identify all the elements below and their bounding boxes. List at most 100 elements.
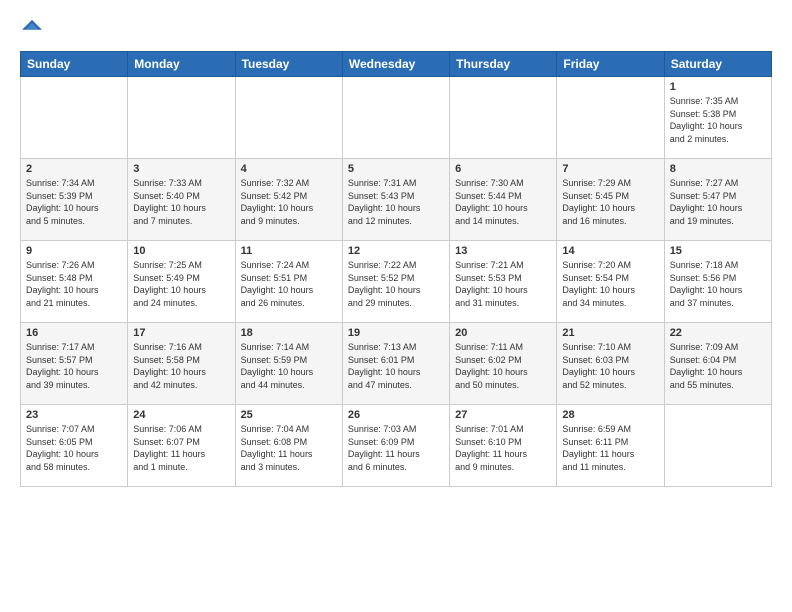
- day-info: Sunrise: 7:20 AM Sunset: 5:54 PM Dayligh…: [562, 259, 658, 309]
- day-info: Sunrise: 7:16 AM Sunset: 5:58 PM Dayligh…: [133, 341, 229, 391]
- page: SundayMondayTuesdayWednesdayThursdayFrid…: [0, 0, 792, 612]
- weekday-header-monday: Monday: [128, 52, 235, 77]
- header: [20, 16, 772, 43]
- calendar-cell: 12 Sunrise: 7:22 AM Sunset: 5:52 PM Dayli…: [342, 241, 449, 323]
- day-number: 7: [562, 163, 658, 175]
- calendar-week-5: 23 Sunrise: 7:07 AM Sunset: 6:05 PM Dayli…: [21, 405, 772, 487]
- day-info: Sunrise: 7:34 AM Sunset: 5:39 PM Dayligh…: [26, 177, 122, 227]
- day-info: Sunrise: 7:09 AM Sunset: 6:04 PM Dayligh…: [670, 341, 766, 391]
- day-info: Sunrise: 7:17 AM Sunset: 5:57 PM Dayligh…: [26, 341, 122, 391]
- day-number: 22: [670, 327, 766, 339]
- calendar-cell: 5 Sunrise: 7:31 AM Sunset: 5:43 PM Daylig…: [342, 159, 449, 241]
- day-number: 13: [455, 245, 551, 257]
- calendar-cell: 19 Sunrise: 7:13 AM Sunset: 6:01 PM Dayli…: [342, 323, 449, 405]
- day-info: Sunrise: 7:04 AM Sunset: 6:08 PM Dayligh…: [241, 423, 337, 473]
- day-number: 3: [133, 163, 229, 175]
- day-info: Sunrise: 7:31 AM Sunset: 5:43 PM Dayligh…: [348, 177, 444, 227]
- calendar-cell: [21, 77, 128, 159]
- calendar-cell: 21 Sunrise: 7:10 AM Sunset: 6:03 PM Dayli…: [557, 323, 664, 405]
- weekday-header-saturday: Saturday: [664, 52, 771, 77]
- day-number: 27: [455, 409, 551, 421]
- calendar-cell: [235, 77, 342, 159]
- calendar-cell: 14 Sunrise: 7:20 AM Sunset: 5:54 PM Dayli…: [557, 241, 664, 323]
- calendar-week-4: 16Sunrise: 7:17 AM Sunset: 5:57 PM Dayli…: [21, 323, 772, 405]
- calendar-week-1: 1Sunrise: 7:35 AM Sunset: 5:38 PM Daylig…: [21, 77, 772, 159]
- day-info: Sunrise: 7:30 AM Sunset: 5:44 PM Dayligh…: [455, 177, 551, 227]
- weekday-header-tuesday: Tuesday: [235, 52, 342, 77]
- day-number: 11: [241, 245, 337, 257]
- calendar-header: SundayMondayTuesdayWednesdayThursdayFrid…: [21, 52, 772, 77]
- calendar-cell: 9 Sunrise: 7:26 AM Sunset: 5:48 PM Daylig…: [21, 241, 128, 323]
- calendar-cell: 24 Sunrise: 7:06 AM Sunset: 6:07 PM Dayli…: [128, 405, 235, 487]
- weekday-row: SundayMondayTuesdayWednesdayThursdayFrid…: [21, 52, 772, 77]
- day-info: Sunrise: 6:59 AM Sunset: 6:11 PM Dayligh…: [562, 423, 658, 473]
- calendar-table: SundayMondayTuesdayWednesdayThursdayFrid…: [20, 51, 772, 487]
- day-number: 4: [241, 163, 337, 175]
- calendar-cell: 22 Sunrise: 7:09 AM Sunset: 6:04 PM Dayli…: [664, 323, 771, 405]
- calendar-cell: 2 Sunrise: 7:34 AM Sunset: 5:39 PM Daylig…: [21, 159, 128, 241]
- calendar-cell: 11 Sunrise: 7:24 AM Sunset: 5:51 PM Dayli…: [235, 241, 342, 323]
- calendar-cell: 23 Sunrise: 7:07 AM Sunset: 6:05 PM Dayli…: [21, 405, 128, 487]
- day-info: Sunrise: 7:26 AM Sunset: 5:48 PM Dayligh…: [26, 259, 122, 309]
- day-info: Sunrise: 7:06 AM Sunset: 6:07 PM Dayligh…: [133, 423, 229, 473]
- calendar-cell: 27 Sunrise: 7:01 AM Sunset: 6:10 PM Dayli…: [450, 405, 557, 487]
- day-info: Sunrise: 7:27 AM Sunset: 5:47 PM Dayligh…: [670, 177, 766, 227]
- logo: [20, 16, 43, 43]
- day-info: Sunrise: 7:29 AM Sunset: 5:45 PM Dayligh…: [562, 177, 658, 227]
- day-info: Sunrise: 7:22 AM Sunset: 5:52 PM Dayligh…: [348, 259, 444, 309]
- day-number: 9: [26, 245, 122, 257]
- calendar-cell: 16Sunrise: 7:17 AM Sunset: 5:57 PM Dayli…: [21, 323, 128, 405]
- calendar-cell: 18 Sunrise: 7:14 AM Sunset: 5:59 PM Dayli…: [235, 323, 342, 405]
- calendar-cell: 13 Sunrise: 7:21 AM Sunset: 5:53 PM Dayli…: [450, 241, 557, 323]
- calendar-week-3: 9 Sunrise: 7:26 AM Sunset: 5:48 PM Daylig…: [21, 241, 772, 323]
- calendar-body: 1Sunrise: 7:35 AM Sunset: 5:38 PM Daylig…: [21, 77, 772, 487]
- calendar-cell: 15Sunrise: 7:18 AM Sunset: 5:56 PM Dayli…: [664, 241, 771, 323]
- calendar-cell: [342, 77, 449, 159]
- day-number: 2: [26, 163, 122, 175]
- calendar-cell: [557, 77, 664, 159]
- day-info: Sunrise: 7:10 AM Sunset: 6:03 PM Dayligh…: [562, 341, 658, 391]
- calendar-cell: [128, 77, 235, 159]
- day-info: Sunrise: 7:21 AM Sunset: 5:53 PM Dayligh…: [455, 259, 551, 309]
- day-info: Sunrise: 7:24 AM Sunset: 5:51 PM Dayligh…: [241, 259, 337, 309]
- day-number: 1: [670, 81, 766, 93]
- day-number: 5: [348, 163, 444, 175]
- day-number: 14: [562, 245, 658, 257]
- calendar-cell: 17Sunrise: 7:16 AM Sunset: 5:58 PM Dayli…: [128, 323, 235, 405]
- weekday-header-sunday: Sunday: [21, 52, 128, 77]
- day-number: 23: [26, 409, 122, 421]
- day-info: Sunrise: 7:18 AM Sunset: 5:56 PM Dayligh…: [670, 259, 766, 309]
- day-number: 8: [670, 163, 766, 175]
- calendar-week-2: 2 Sunrise: 7:34 AM Sunset: 5:39 PM Daylig…: [21, 159, 772, 241]
- day-number: 19: [348, 327, 444, 339]
- calendar-cell: 26Sunrise: 7:03 AM Sunset: 6:09 PM Dayli…: [342, 405, 449, 487]
- day-number: 25: [241, 409, 337, 421]
- day-info: Sunrise: 7:01 AM Sunset: 6:10 PM Dayligh…: [455, 423, 551, 473]
- day-info: Sunrise: 7:33 AM Sunset: 5:40 PM Dayligh…: [133, 177, 229, 227]
- day-info: Sunrise: 7:03 AM Sunset: 6:09 PM Dayligh…: [348, 423, 444, 473]
- day-number: 18: [241, 327, 337, 339]
- calendar-cell: [664, 405, 771, 487]
- day-info: Sunrise: 7:14 AM Sunset: 5:59 PM Dayligh…: [241, 341, 337, 391]
- calendar-cell: [450, 77, 557, 159]
- day-number: 20: [455, 327, 551, 339]
- day-number: 21: [562, 327, 658, 339]
- day-number: 12: [348, 245, 444, 257]
- day-info: Sunrise: 7:11 AM Sunset: 6:02 PM Dayligh…: [455, 341, 551, 391]
- calendar-cell: 1Sunrise: 7:35 AM Sunset: 5:38 PM Daylig…: [664, 77, 771, 159]
- day-info: Sunrise: 7:07 AM Sunset: 6:05 PM Dayligh…: [26, 423, 122, 473]
- calendar-cell: 6Sunrise: 7:30 AM Sunset: 5:44 PM Daylig…: [450, 159, 557, 241]
- calendar-cell: 3 Sunrise: 7:33 AM Sunset: 5:40 PM Daylig…: [128, 159, 235, 241]
- day-number: 10: [133, 245, 229, 257]
- calendar-cell: 8 Sunrise: 7:27 AM Sunset: 5:47 PM Daylig…: [664, 159, 771, 241]
- day-info: Sunrise: 7:25 AM Sunset: 5:49 PM Dayligh…: [133, 259, 229, 309]
- weekday-header-thursday: Thursday: [450, 52, 557, 77]
- day-number: 24: [133, 409, 229, 421]
- calendar-cell: 4Sunrise: 7:32 AM Sunset: 5:42 PM Daylig…: [235, 159, 342, 241]
- day-number: 28: [562, 409, 658, 421]
- logo-icon: [21, 16, 43, 38]
- calendar-cell: 25 Sunrise: 7:04 AM Sunset: 6:08 PM Dayli…: [235, 405, 342, 487]
- weekday-header-friday: Friday: [557, 52, 664, 77]
- day-info: Sunrise: 7:13 AM Sunset: 6:01 PM Dayligh…: [348, 341, 444, 391]
- calendar-cell: 20 Sunrise: 7:11 AM Sunset: 6:02 PM Dayli…: [450, 323, 557, 405]
